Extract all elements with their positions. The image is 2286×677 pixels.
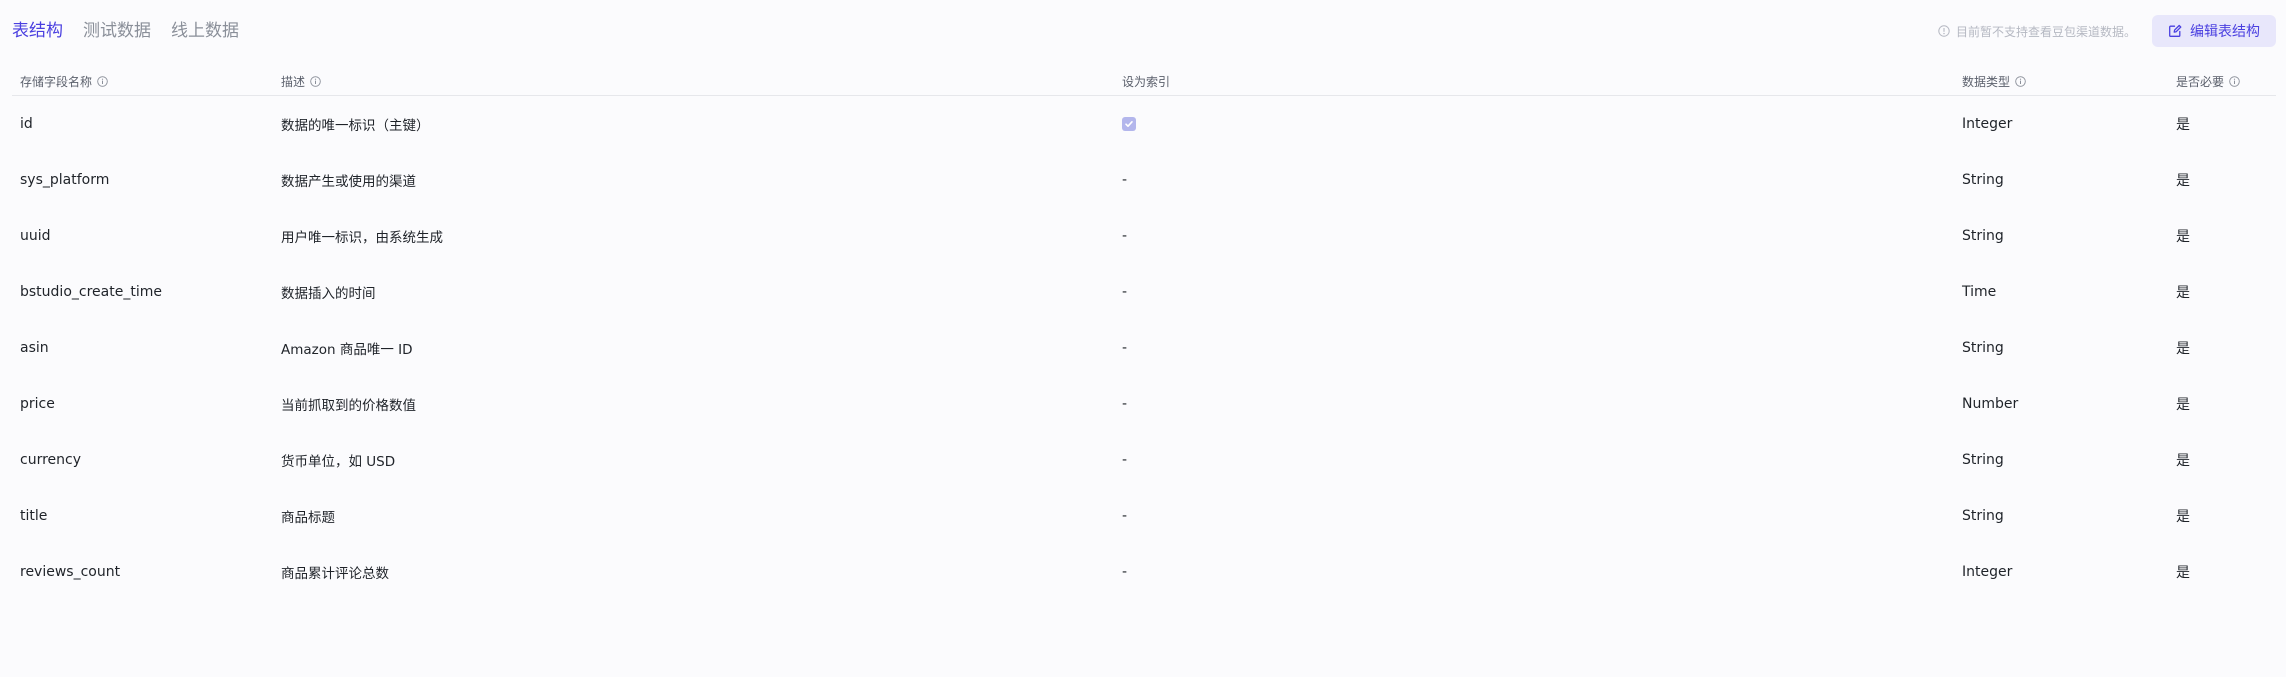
channel-notice: 目前暂不支持查看豆包渠道数据。 [1938, 23, 2136, 40]
required-value: 是 [2176, 509, 2190, 525]
table-row: price 当前抓取到的价格数值 - Number 是 [12, 376, 2276, 432]
structure-table: 存储字段名称 描述 设为索引 数据类型 是否必要 id 数据的唯一标识（主键） … [12, 67, 2276, 600]
field-name: asin [20, 340, 49, 356]
table-row: asin Amazon 商品唯一 ID - String 是 [12, 320, 2276, 376]
index-value: - [1122, 564, 1128, 580]
index-value: - [1122, 172, 1128, 188]
data-type: String [1962, 172, 2004, 188]
edit-button-label: 编辑表结构 [2190, 24, 2260, 40]
field-description: 商品累计评论总数 [281, 566, 389, 582]
edit-icon [2168, 24, 2182, 38]
field-description: 商品标题 [281, 510, 335, 526]
header-field: 存储字段名称 [20, 67, 108, 95]
notice-text: 目前暂不支持查看豆包渠道数据。 [1955, 24, 2136, 39]
index-value: - [1122, 340, 1128, 356]
tab-online-data[interactable]: 线上数据 [171, 14, 239, 48]
header-required-label: 是否必要 [2176, 74, 2225, 89]
index-checkbox[interactable] [1122, 117, 1136, 131]
field-name: reviews_count [20, 564, 121, 580]
data-type: Integer [1962, 116, 2013, 132]
table-body: id 数据的唯一标识（主键） Integer 是 sys_platform 数据… [12, 96, 2276, 600]
header-field-label: 存储字段名称 [20, 74, 93, 89]
tab-bar: 表结构 测试数据 线上数据 [12, 14, 239, 48]
header-required: 是否必要 [2176, 67, 2240, 95]
tab-table-structure[interactable]: 表结构 [12, 14, 63, 48]
required-value: 是 [2176, 117, 2190, 133]
field-description: 数据产生或使用的渠道 [281, 174, 416, 190]
field-description: Amazon 商品唯一 ID [281, 342, 413, 358]
field-description: 数据的唯一标识（主键） [281, 118, 430, 134]
tab-test-data[interactable]: 测试数据 [83, 14, 151, 48]
data-type: String [1962, 228, 2004, 244]
table-row: currency 货币单位，如 USD - String 是 [12, 432, 2276, 488]
info-icon[interactable] [2015, 75, 2026, 87]
data-type: String [1962, 452, 2004, 468]
field-name: currency [20, 452, 81, 468]
required-value: 是 [2176, 285, 2190, 301]
index-value: - [1122, 284, 1128, 300]
data-type: Integer [1962, 564, 2013, 580]
field-name: id [20, 116, 33, 132]
edit-table-structure-button[interactable]: 编辑表结构 [2152, 15, 2276, 47]
index-value: - [1122, 508, 1128, 524]
required-value: 是 [2176, 397, 2190, 413]
field-name: uuid [20, 228, 51, 244]
field-description: 当前抓取到的价格数值 [281, 398, 416, 414]
field-name: price [20, 396, 55, 412]
header-type-label: 数据类型 [1962, 74, 2011, 89]
info-icon[interactable] [310, 75, 321, 87]
table-row: title 商品标题 - String 是 [12, 488, 2276, 544]
field-description: 货币单位，如 USD [281, 454, 396, 470]
table-row: id 数据的唯一标识（主键） Integer 是 [12, 96, 2276, 152]
field-description: 用户唯一标识，由系统生成 [281, 230, 443, 246]
info-circle-icon [1938, 25, 1950, 37]
info-icon[interactable] [2229, 75, 2240, 87]
required-value: 是 [2176, 229, 2190, 245]
info-icon[interactable] [97, 75, 108, 87]
data-type: Number [1962, 396, 2019, 412]
header-desc: 描述 [281, 67, 321, 95]
field-name: sys_platform [20, 172, 110, 188]
header-index: 设为索引 [1122, 67, 1170, 95]
index-value: - [1122, 396, 1128, 412]
field-name: title [20, 508, 48, 524]
header-desc-label: 描述 [281, 74, 306, 89]
index-value: - [1122, 452, 1128, 468]
field-name: bstudio_create_time [20, 284, 162, 300]
header-type: 数据类型 [1962, 67, 2026, 95]
table-row: sys_platform 数据产生或使用的渠道 - String 是 [12, 152, 2276, 208]
data-type: Time [1962, 284, 1997, 300]
index-value: - [1122, 228, 1128, 244]
index-cell [1122, 96, 1136, 152]
header-index-label: 设为索引 [1122, 74, 1171, 89]
table-row: reviews_count 商品累计评论总数 - Integer 是 [12, 544, 2276, 600]
required-value: 是 [2176, 341, 2190, 357]
required-value: 是 [2176, 173, 2190, 189]
top-bar: 表结构 测试数据 线上数据 目前暂不支持查看豆包渠道数据。 编辑表结构 [12, 14, 2276, 48]
check-icon [1125, 121, 1133, 127]
data-type: String [1962, 340, 2004, 356]
table-row: bstudio_create_time 数据插入的时间 - Time 是 [12, 264, 2276, 320]
field-description: 数据插入的时间 [281, 286, 376, 302]
required-value: 是 [2176, 453, 2190, 469]
table-row: uuid 用户唯一标识，由系统生成 - String 是 [12, 208, 2276, 264]
data-type: String [1962, 508, 2004, 524]
required-value: 是 [2176, 565, 2190, 581]
table-structure-page: 表结构 测试数据 线上数据 目前暂不支持查看豆包渠道数据。 编辑表结构 存储字段… [0, 0, 2286, 677]
table-header: 存储字段名称 描述 设为索引 数据类型 是否必要 [12, 67, 2276, 96]
